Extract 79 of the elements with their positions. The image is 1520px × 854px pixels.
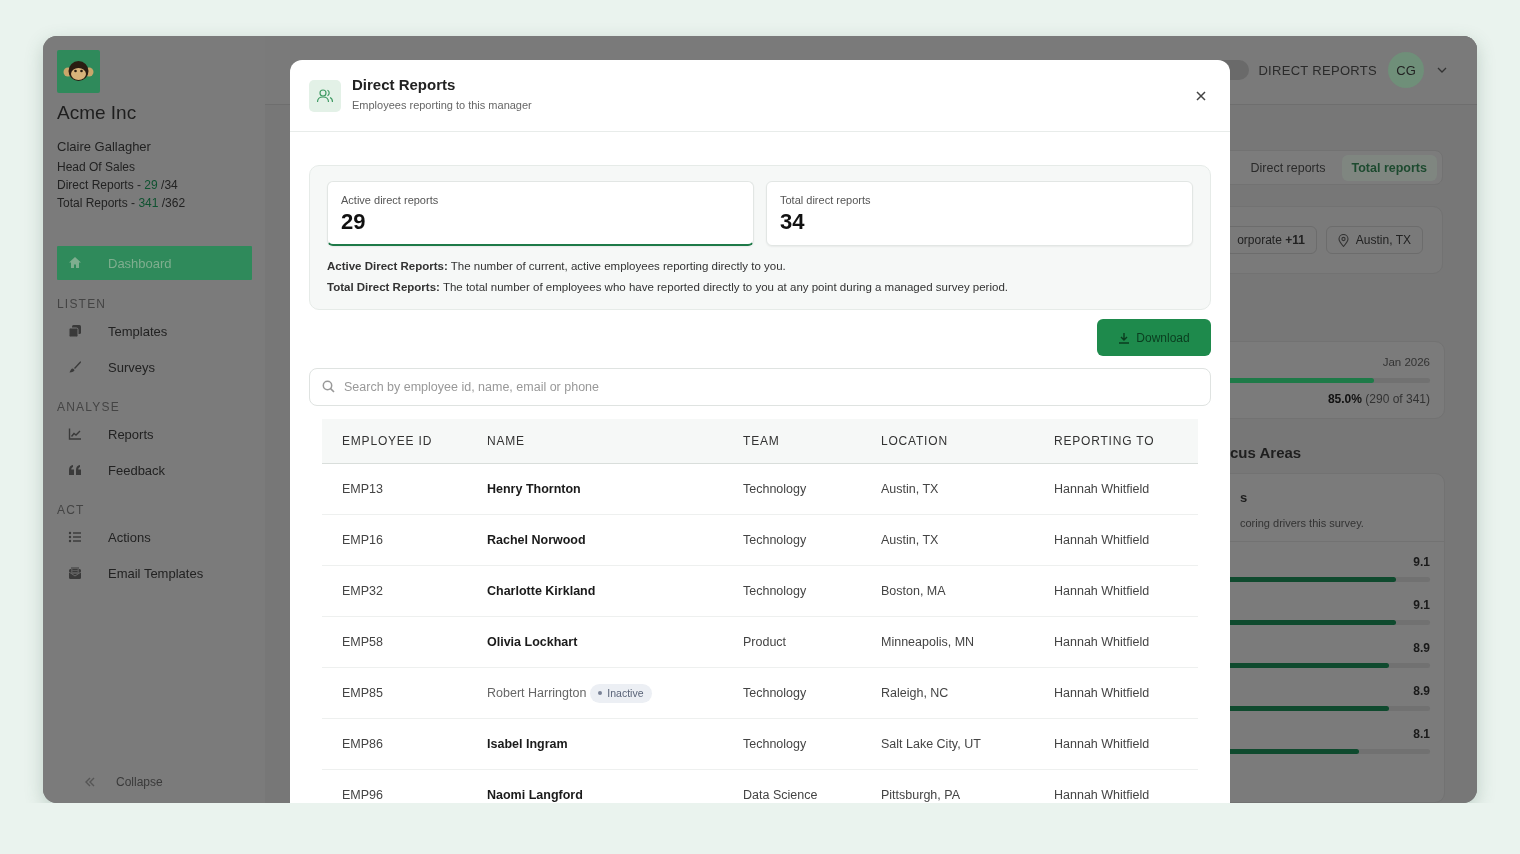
- filter-chip[interactable]: Austin, TX: [1325, 226, 1423, 254]
- stat-label: Total direct reports: [780, 194, 872, 206]
- table-cell: Boston, MA: [881, 565, 1054, 617]
- card-subtitle: coring drivers this survey.: [1240, 517, 1365, 529]
- table-cell: Hannah Whitfield: [1054, 667, 1198, 719]
- period-label: Jan 2026: [1381, 356, 1430, 368]
- column-header: LOCATION: [881, 419, 1054, 464]
- section-title: cus Areas: [1230, 444, 1302, 461]
- driver-score: 9.1: [1413, 555, 1430, 569]
- column-header: TEAM: [743, 419, 881, 464]
- table-cell: Technology: [743, 718, 881, 770]
- table-cell: Technology: [743, 667, 881, 719]
- definition-text: Active Direct Reports: The number of current, active employees reporting directly to you.: [327, 259, 787, 274]
- avatar[interactable]: CG: [1388, 52, 1424, 88]
- table-cell: Hannah Whitfield: [1054, 514, 1198, 566]
- table-cell: Austin, TX: [881, 463, 1054, 515]
- employee-name: Henry Thornton: [487, 482, 581, 496]
- card-title: s: [1240, 490, 1249, 505]
- driver-score: 8.9: [1413, 684, 1430, 698]
- table-cell: Hannah Whitfield: [1054, 769, 1198, 803]
- definition-text: Total Direct Reports: The total number of employees who have reported directly to you at any point during a managed survey period.: [327, 280, 1009, 295]
- employee-name: Charlotte Kirkland: [487, 584, 596, 598]
- report-count: Direct Reports - 29 /34: [57, 178, 179, 192]
- table-cell: Minneapolis, MN: [881, 616, 1054, 668]
- view-label: DIRECT REPORTS: [1258, 62, 1377, 78]
- table-cell: EMP13: [322, 463, 487, 515]
- employee-name: Robert Harrington: [487, 685, 587, 700]
- table-cell: EMP58: [322, 616, 487, 668]
- table-cell: Data Science: [743, 769, 881, 803]
- user-role: Head Of Sales: [57, 160, 137, 174]
- table-cell: EMP96: [322, 769, 487, 803]
- nav-item[interactable]: Templates: [57, 315, 252, 347]
- stat-label: Active direct reports: [341, 194, 440, 206]
- dialog-subtitle: Employees reporting to this manager: [352, 99, 533, 111]
- table-cell: EMP86: [322, 718, 487, 770]
- column-header: REPORTING TO: [1054, 419, 1198, 464]
- tab[interactable]: Total reports: [1341, 154, 1437, 181]
- driver-score: 8.9: [1413, 641, 1430, 655]
- nav-item[interactable]: Reports: [57, 418, 252, 450]
- nav-item[interactable]: Email Templates: [57, 557, 252, 589]
- collapse-button[interactable]: Collapse: [84, 775, 163, 789]
- report-count: Total Reports - 341 /362: [57, 196, 187, 210]
- search-field[interactable]: Search by employee id, name, email or phone: [309, 368, 1211, 406]
- status-badge: Inactive: [590, 683, 652, 703]
- table-cell: Hannah Whitfield: [1054, 463, 1198, 515]
- table-cell: Product: [743, 616, 881, 668]
- table-cell: Hannah Whitfield: [1054, 616, 1198, 668]
- nav-item[interactable]: Feedback: [57, 454, 252, 486]
- driver-score: 9.1: [1413, 598, 1430, 612]
- table-cell: Hannah Whitfield: [1054, 718, 1198, 770]
- table-cell: Technology: [743, 514, 881, 566]
- column-header: EMPLOYEE ID: [322, 419, 487, 464]
- nav-item[interactable]: Surveys: [57, 351, 252, 383]
- tab[interactable]: Direct reports: [1240, 154, 1336, 181]
- employee-name: Rachel Norwood: [487, 533, 586, 547]
- table-cell: Technology: [743, 463, 881, 515]
- table-cell: EMP16: [322, 514, 487, 566]
- driver-score: 8.1: [1413, 727, 1430, 741]
- participation-rate: 85.0% (290 of 341): [1326, 392, 1430, 406]
- employee-name: Naomi Langford: [487, 788, 583, 802]
- dialog-title: Direct Reports: [352, 76, 457, 93]
- employee-name: Isabel Ingram: [487, 737, 568, 751]
- user-name: Claire Gallagher: [57, 139, 152, 154]
- table-cell: Technology: [743, 565, 881, 617]
- stat-value: 34: [780, 209, 806, 235]
- table-cell: Hannah Whitfield: [1054, 565, 1198, 617]
- company-name: Acme Inc: [57, 102, 138, 124]
- stat-value: 29: [341, 209, 367, 235]
- table-cell: Salt Lake City, UT: [881, 718, 1054, 770]
- table-cell: EMP85: [322, 667, 487, 719]
- stat-card[interactable]: Active direct reports 29: [327, 181, 754, 246]
- stat-card[interactable]: Total direct reports 34: [766, 181, 1193, 246]
- table-cell: Austin, TX: [881, 514, 1054, 566]
- column-header: NAME: [487, 419, 743, 464]
- table-cell: Pittsburgh, PA: [881, 769, 1054, 803]
- table-cell: Raleigh, NC: [881, 667, 1054, 719]
- employee-name: Olivia Lockhart: [487, 635, 578, 649]
- table-cell: EMP32: [322, 565, 487, 617]
- nav-item[interactable]: Actions: [57, 521, 252, 553]
